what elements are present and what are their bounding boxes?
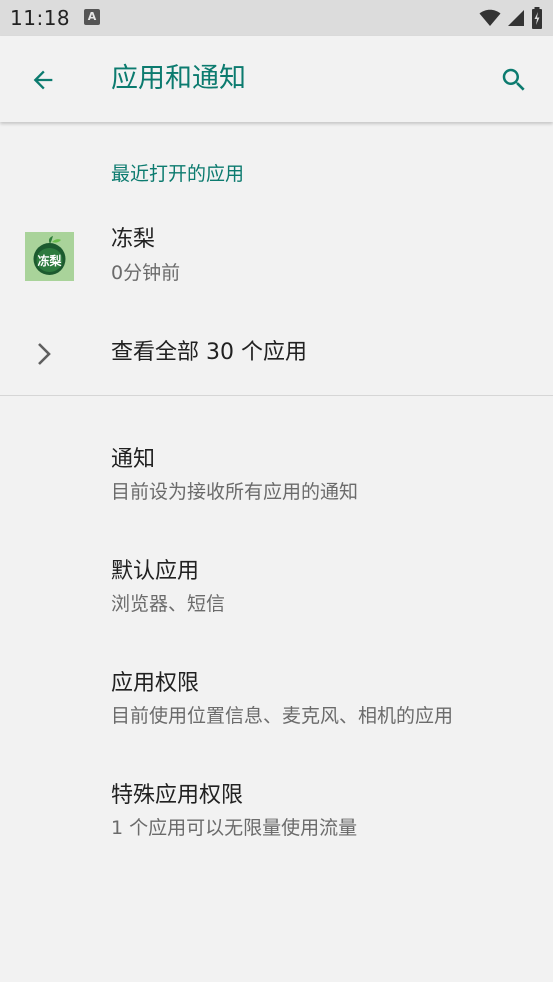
settings-item-subtitle: 浏览器、短信 xyxy=(111,593,226,615)
screen: 11:18 A 应用和通知 最近打开的应用 冻梨 冻梨 0分钟前 查看全部 30… xyxy=(0,0,553,982)
apple-logo-icon: 冻梨 xyxy=(25,232,74,281)
back-button[interactable] xyxy=(20,57,66,103)
status-bar: 11:18 A xyxy=(0,0,553,36)
app-bar: 应用和通知 xyxy=(0,36,553,122)
recent-app-name: 冻梨 xyxy=(111,227,156,252)
settings-item-title: 通知 xyxy=(111,447,156,472)
recent-apps-header: 最近打开的应用 xyxy=(111,163,245,185)
see-all-apps-button[interactable]: 查看全部 30 个应用 xyxy=(0,310,553,394)
settings-item-title: 默认应用 xyxy=(111,559,200,584)
settings-item-special-app-access[interactable]: 特殊应用权限 1 个应用可以无限量使用流量 xyxy=(0,766,553,858)
recent-app-item[interactable]: 冻梨 冻梨 0分钟前 xyxy=(0,210,553,300)
search-icon xyxy=(502,68,525,91)
settings-item-notifications[interactable]: 通知 目前设为接收所有应用的通知 xyxy=(0,430,553,522)
notification-icon: A xyxy=(84,9,100,25)
chevron-right-icon xyxy=(38,343,51,365)
settings-item-title: 应用权限 xyxy=(111,671,200,696)
battery-icon xyxy=(532,7,542,29)
recent-app-time: 0分钟前 xyxy=(111,262,181,284)
search-button[interactable] xyxy=(491,57,537,103)
see-all-apps-label: 查看全部 30 个应用 xyxy=(111,340,307,365)
app-icon-donglí: 冻梨 xyxy=(25,232,74,281)
settings-item-title: 特殊应用权限 xyxy=(111,783,244,808)
arrow-back-icon xyxy=(33,70,53,90)
settings-item-subtitle: 1 个应用可以无限量使用流量 xyxy=(111,817,358,839)
settings-item-subtitle: 目前设为接收所有应用的通知 xyxy=(111,481,359,503)
status-time: 11:18 xyxy=(10,6,71,30)
settings-item-app-permissions[interactable]: 应用权限 目前使用位置信息、麦克风、相机的应用 xyxy=(0,654,553,746)
status-icons xyxy=(479,6,543,30)
cell-signal-icon xyxy=(508,10,524,26)
settings-item-subtitle: 目前使用位置信息、麦克风、相机的应用 xyxy=(111,705,454,727)
wifi-icon xyxy=(479,9,501,26)
divider xyxy=(0,395,553,396)
settings-item-default-apps[interactable]: 默认应用 浏览器、短信 xyxy=(0,542,553,634)
app-icon-label: 冻梨 xyxy=(37,253,61,268)
page-title: 应用和通知 xyxy=(111,63,246,94)
